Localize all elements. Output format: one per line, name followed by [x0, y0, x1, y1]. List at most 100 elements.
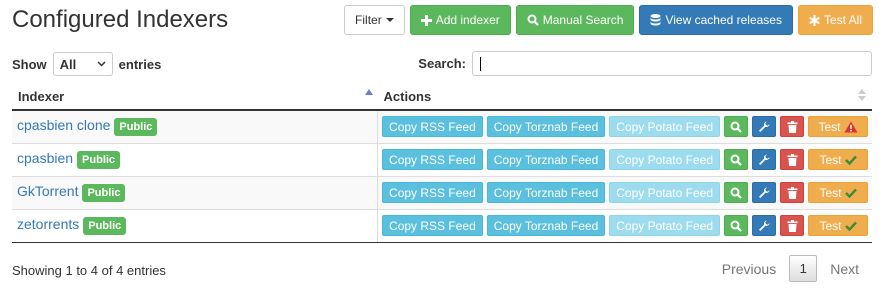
- search-indexer-button[interactable]: [724, 116, 748, 138]
- search-indexer-button[interactable]: [724, 215, 748, 236]
- test-label: Test: [818, 119, 841, 134]
- entries-select[interactable]: All: [52, 52, 113, 76]
- test-all-label: Test All: [823, 13, 862, 27]
- delete-indexer-button[interactable]: [780, 215, 804, 236]
- wrench-icon: [758, 154, 770, 166]
- table-row: cpasbien Public Copy RSS Feed Copy Torzna…: [12, 142, 872, 176]
- column-header-actions-label: Actions: [383, 88, 432, 104]
- manual-search-button[interactable]: Manual Search: [515, 5, 635, 35]
- public-badge: Public: [114, 118, 158, 137]
- trash-icon: [787, 219, 798, 232]
- check-icon: [844, 221, 857, 231]
- search-icon: [527, 14, 539, 26]
- search-icon: [730, 121, 742, 133]
- entries-label: entries: [118, 56, 162, 72]
- indexer-name-link[interactable]: cpasbien: [17, 150, 73, 166]
- add-indexer-label: Add indexer: [435, 13, 500, 27]
- check-icon: [844, 188, 857, 198]
- manual-search-label: Manual Search: [542, 13, 624, 27]
- test-indexer-button[interactable]: Test: [808, 116, 868, 138]
- plus-icon: [420, 14, 432, 26]
- copy-rss-feed-button[interactable]: Copy RSS Feed: [382, 116, 483, 138]
- page-title: Configured Indexers: [12, 6, 229, 33]
- page-button-current[interactable]: 1: [789, 255, 818, 282]
- actions-cell: Copy RSS Feed Copy Torznab Feed Copy Pot…: [377, 109, 872, 143]
- show-label: Show: [12, 56, 47, 72]
- caret-down-icon: [385, 18, 394, 22]
- copy-rss-feed-button[interactable]: Copy RSS Feed: [382, 149, 483, 170]
- copy-rss-feed-button[interactable]: Copy RSS Feed: [382, 182, 483, 203]
- copy-potato-feed-button[interactable]: Copy Potato Feed: [609, 182, 720, 203]
- wrench-icon: [758, 187, 770, 199]
- indexer-cell: cpasbien clone Public: [12, 109, 378, 143]
- indexer-cell: zetorrents Public: [12, 208, 378, 243]
- copy-torznab-feed-button[interactable]: Copy Torznab Feed: [486, 149, 606, 170]
- indexer-name-link[interactable]: cpasbien clone: [17, 117, 110, 133]
- copy-torznab-feed-button[interactable]: Copy Torznab Feed: [486, 116, 606, 138]
- search-indexer-button[interactable]: [724, 182, 748, 203]
- test-label: Test: [819, 152, 842, 167]
- configure-indexer-button[interactable]: [752, 116, 776, 138]
- delete-indexer-button[interactable]: [780, 116, 804, 138]
- column-header-indexer[interactable]: Indexer: [12, 83, 378, 111]
- table-info: Showing 1 to 4 of 4 entries: [12, 263, 166, 278]
- test-label: Test: [819, 185, 842, 200]
- next-page-button[interactable]: Next: [817, 261, 872, 277]
- search-input[interactable]: [472, 51, 872, 76]
- public-badge: Public: [77, 150, 121, 169]
- previous-page-button[interactable]: Previous: [709, 261, 789, 277]
- configure-indexer-button[interactable]: [752, 215, 776, 236]
- filter-label: Filter: [355, 13, 382, 27]
- indexer-cell: GkTorrent Public: [12, 175, 378, 209]
- indexer-name-link[interactable]: GkTorrent: [17, 183, 78, 199]
- test-label: Test: [819, 218, 842, 233]
- entries-select-value: All: [59, 56, 77, 72]
- delete-indexer-button[interactable]: [780, 182, 804, 203]
- database-icon: [650, 14, 661, 26]
- test-indexer-button[interactable]: Test: [808, 149, 868, 170]
- wrench-icon: [758, 220, 770, 232]
- indexers-table: Indexer Actions cpasbien clone Public Cop…: [12, 83, 872, 243]
- table-row: zetorrents Public Copy RSS Feed Copy Torz…: [12, 208, 872, 243]
- trash-icon: [787, 120, 798, 133]
- actions-cell: Copy RSS Feed Copy Torznab Feed Copy Pot…: [377, 142, 872, 176]
- search-indexer-button[interactable]: [724, 149, 748, 170]
- indexer-name-link[interactable]: zetorrents: [17, 216, 79, 232]
- actions-cell: Copy RSS Feed Copy Torznab Feed Copy Pot…: [377, 175, 872, 209]
- delete-indexer-button[interactable]: [780, 149, 804, 170]
- copy-torznab-feed-button[interactable]: Copy Torznab Feed: [486, 215, 606, 236]
- filter-button[interactable]: Filter: [344, 5, 405, 35]
- trash-icon: [787, 186, 798, 199]
- test-indexer-button[interactable]: Test: [808, 182, 868, 203]
- copy-potato-feed-button[interactable]: Copy Potato Feed: [609, 116, 720, 138]
- view-cached-releases-button[interactable]: View cached releases: [639, 5, 793, 35]
- page-length-control: Show All entries: [12, 52, 161, 76]
- search-icon: [730, 187, 742, 199]
- public-badge: Public: [82, 183, 126, 202]
- search-control: Search:: [418, 51, 872, 76]
- test-indexer-button[interactable]: Test: [808, 215, 868, 236]
- add-indexer-button[interactable]: Add indexer: [409, 5, 511, 35]
- warning-icon: [844, 121, 858, 133]
- actions-cell: Copy RSS Feed Copy Torznab Feed Copy Pot…: [377, 208, 872, 243]
- test-all-button[interactable]: Test All: [797, 5, 873, 35]
- table-row: cpasbien clone Public Copy RSS Feed Copy …: [12, 109, 872, 143]
- configure-indexer-button[interactable]: [752, 149, 776, 170]
- public-badge: Public: [83, 216, 127, 235]
- column-header-actions[interactable]: Actions: [377, 83, 872, 111]
- check-icon: [844, 155, 857, 165]
- copy-potato-feed-button[interactable]: Copy Potato Feed: [609, 149, 720, 170]
- search-label: Search:: [418, 56, 466, 71]
- copy-rss-feed-button[interactable]: Copy RSS Feed: [382, 215, 483, 236]
- copy-potato-feed-button[interactable]: Copy Potato Feed: [609, 215, 720, 236]
- toolbar: Filter Add indexer Manual Search View ca…: [344, 5, 873, 35]
- copy-torznab-feed-button[interactable]: Copy Torznab Feed: [486, 182, 606, 203]
- trash-icon: [787, 153, 798, 166]
- text-cursor: [480, 57, 481, 71]
- asterisk-icon: [809, 14, 820, 26]
- table-row: GkTorrent Public Copy RSS Feed Copy Torzn…: [12, 175, 872, 209]
- chevron-down-icon: [97, 61, 106, 67]
- wrench-icon: [758, 121, 770, 133]
- configure-indexer-button[interactable]: [752, 182, 776, 203]
- pagination: Previous 1 Next: [709, 255, 872, 282]
